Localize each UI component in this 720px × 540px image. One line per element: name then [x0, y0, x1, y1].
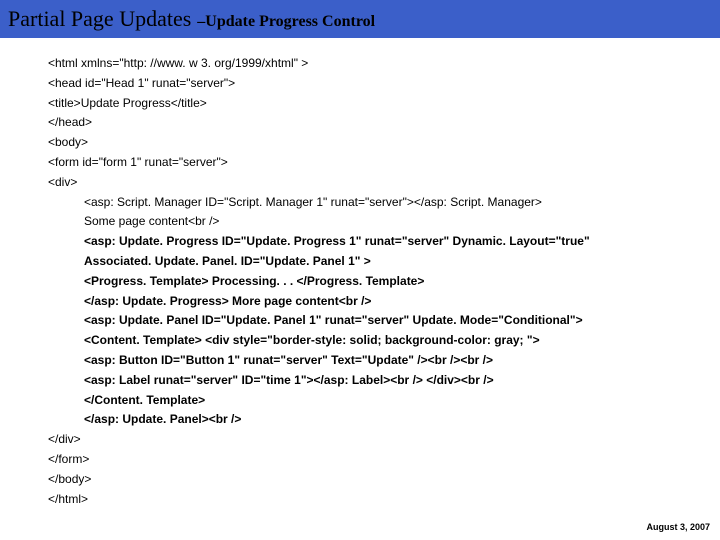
code-line: <form id="form 1" runat="server"> [48, 153, 720, 173]
code-line: <asp: Update. Progress ID="Update. Progr… [48, 232, 720, 252]
code-line: <asp: Label runat="server" ID="time 1"><… [48, 371, 720, 391]
code-line: <body> [48, 133, 720, 153]
code-line: <Progress. Template> Processing. . . </P… [48, 272, 720, 292]
code-line: Some page content<br /> [48, 212, 720, 232]
slide-title-sub: –Update Progress Control [197, 13, 375, 31]
code-line: </html> [48, 490, 720, 510]
code-line: </form> [48, 450, 720, 470]
code-line: <html xmlns="http: //www. w 3. org/1999/… [48, 54, 720, 74]
code-line: <asp: Update. Panel ID="Update. Panel 1"… [48, 311, 720, 331]
code-line: <Content. Template> <div style="border-s… [48, 331, 720, 351]
footer-date: August 3, 2007 [646, 522, 710, 532]
code-line: <asp: Script. Manager ID="Script. Manage… [48, 193, 720, 213]
code-line: </asp: Update. Panel><br /> [48, 410, 720, 430]
code-line: </Content. Template> [48, 391, 720, 411]
code-line: </body> [48, 470, 720, 490]
code-line: </asp: Update. Progress> More page conte… [48, 292, 720, 312]
code-line: <asp: Button ID="Button 1" runat="server… [48, 351, 720, 371]
code-line: <div> [48, 173, 720, 193]
code-line: <title>Update Progress</title> [48, 94, 720, 114]
code-listing: <html xmlns="http: //www. w 3. org/1999/… [0, 38, 720, 509]
code-line: </div> [48, 430, 720, 450]
code-line: </head> [48, 113, 720, 133]
code-line: Associated. Update. Panel. ID="Update. P… [48, 252, 720, 272]
code-line: <head id="Head 1" runat="server"> [48, 74, 720, 94]
slide-title-bar: Partial Page Updates –Update Progress Co… [0, 0, 720, 38]
slide-title-main: Partial Page Updates [8, 6, 191, 32]
